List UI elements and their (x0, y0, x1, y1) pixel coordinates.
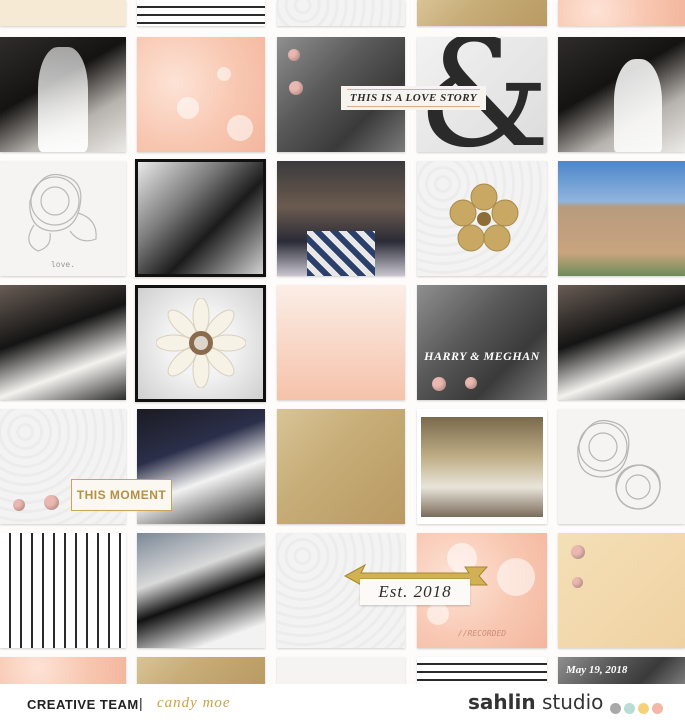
scrapbook-canvas: THIS IS A LOVE STORY & love. HARRY & MEG… (0, 0, 685, 684)
flower-sketch-icon-2 (577, 419, 661, 510)
photo-bride-veil (0, 37, 126, 152)
love-caption: love. (50, 260, 76, 269)
tile-vertical-stripes (0, 533, 126, 648)
tile-stripes-top (137, 0, 265, 26)
footer-bar: CREATIVE TEAM | candy moe sahlin studio (0, 684, 685, 723)
photo-family-portrait (421, 417, 543, 517)
tile-gold-flower (417, 161, 547, 276)
brand-logo: sahlin studio (468, 690, 603, 714)
photo-ring-exchange (135, 159, 266, 277)
tile-flower-sketch: love. (0, 161, 126, 276)
tile-peach-top (558, 0, 685, 26)
tile-gold-bottom (137, 657, 265, 684)
tile-cream-dots (558, 533, 685, 648)
flower-sketch-icon (28, 173, 97, 252)
tile-names: HARRY & MEGHAN (417, 285, 547, 400)
tile-peach-bottom (0, 657, 126, 684)
photo-couple-bouquet (0, 285, 126, 400)
tile-lace-top (277, 0, 405, 26)
tile-date: May 19, 2018 (558, 657, 685, 684)
photo-family-portrait-frame (417, 409, 547, 524)
tile-flower-sketch-2 (558, 409, 685, 524)
brand-part2: studio (535, 690, 604, 714)
recorded-text: //RECORDED (457, 629, 507, 638)
tile-peach-bokeh (137, 37, 265, 152)
creative-team-label: CREATIVE TEAM (27, 697, 139, 712)
moment-text: THIS MOMENT (76, 488, 167, 502)
brand-dot-2 (624, 703, 635, 714)
daisy-icon (156, 298, 246, 388)
est-text: Est. 2018 (378, 582, 452, 601)
photo-couple-kiss (558, 285, 685, 400)
photo-chapel-exterior (558, 161, 685, 276)
tile-daisy (135, 285, 266, 402)
brand-part1: sahlin (468, 690, 536, 714)
tile-gold-top (417, 0, 547, 26)
photo-couple-chapel (558, 37, 685, 152)
tile-peach-watercolor (277, 285, 405, 400)
brand-dot-1 (610, 703, 621, 714)
tile-gold-solid (277, 409, 405, 524)
brand-dot-4 (652, 703, 663, 714)
date-text: May 19, 2018 (566, 664, 628, 676)
love-story-text: THIS IS A LOVE STORY (349, 92, 478, 104)
photo-couple-car (137, 533, 265, 648)
designer-name: candy moe (157, 695, 231, 711)
names-title: HARRY & MEGHAN (424, 349, 540, 363)
tile-stripes-bottom (417, 657, 547, 684)
footer-separator: | (139, 695, 143, 711)
brand-dot-3 (638, 703, 649, 714)
photo-aisle-walk (277, 161, 405, 276)
tile-sketch-bottom (277, 657, 405, 684)
love-story-label: THIS IS A LOVE STORY (341, 86, 486, 110)
est-label: Est. 2018 (360, 579, 470, 605)
tile-cream-top (0, 0, 126, 26)
moment-label: THIS MOMENT (71, 479, 172, 511)
gold-flower-icon (449, 183, 519, 252)
